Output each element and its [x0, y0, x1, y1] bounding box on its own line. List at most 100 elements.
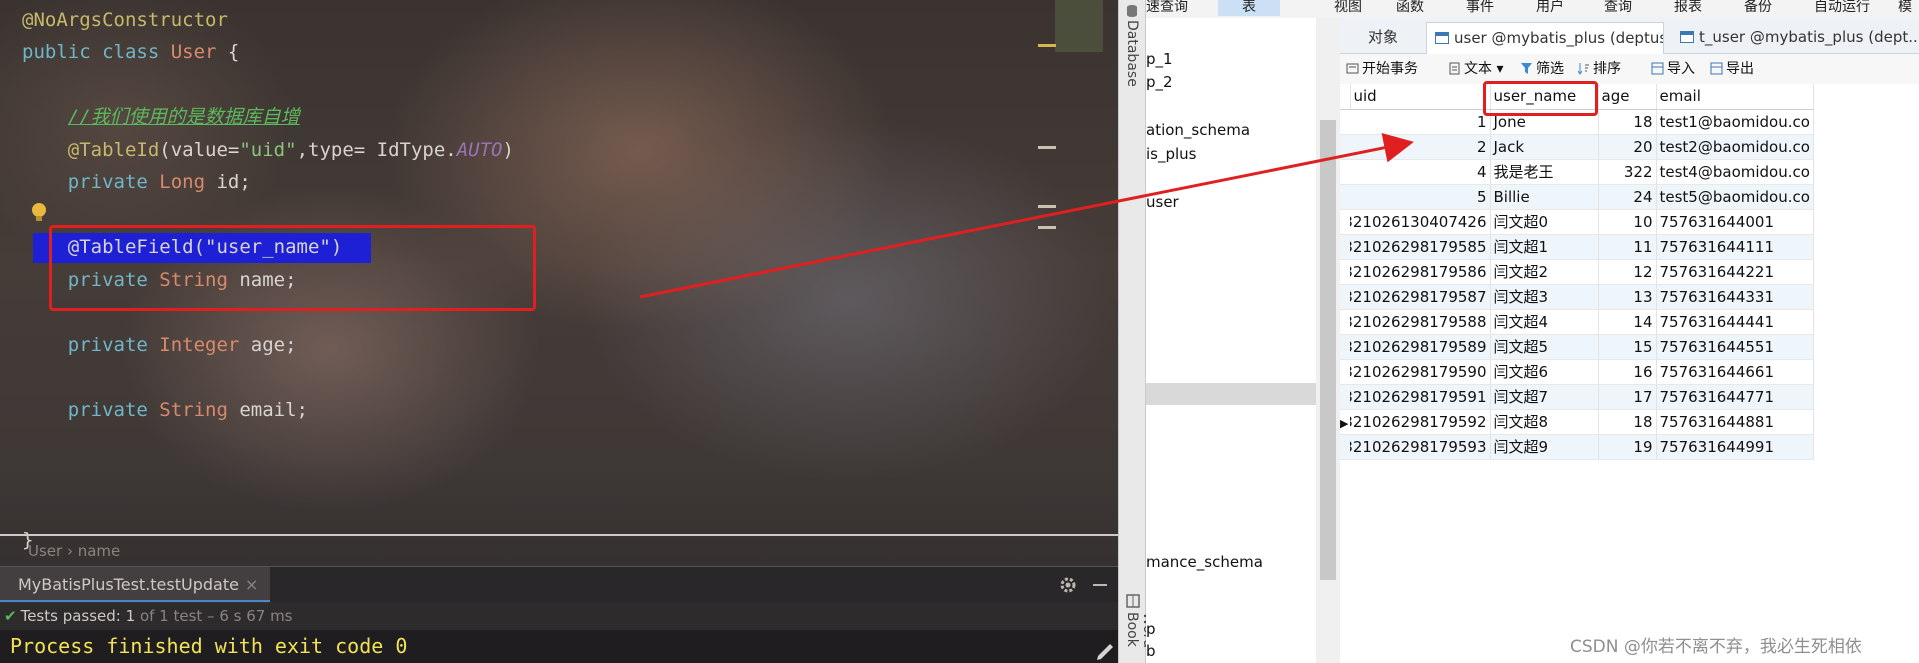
tree-scrollbar[interactable]	[1316, 0, 1340, 663]
cell-user-name[interactable]: 闫文超2	[1490, 259, 1599, 285]
menu-item[interactable]: 模	[1898, 0, 1912, 16]
cell-user-name[interactable]: 闫文超7	[1490, 384, 1599, 410]
breadcrumb[interactable]: User › name	[28, 540, 120, 562]
menu-item[interactable]: 视图	[1334, 0, 1362, 16]
tab-run-config[interactable]: MyBatisPlusTest.testUpdate ×	[0, 567, 271, 603]
table-row[interactable]: 7321026298179586闫文超212757631644221	[1340, 259, 1814, 285]
cell-age[interactable]: 14	[1598, 309, 1657, 335]
tree-item[interactable]: ation_schema	[1146, 119, 1250, 141]
table-row[interactable]: 7321026298179585闫文超111757631644111	[1340, 234, 1814, 260]
text-view-button[interactable]: 文本 ▾	[1448, 59, 1503, 79]
cell-uid[interactable]: 7321026298179585	[1350, 234, 1491, 260]
sort-button[interactable]: 排序	[1577, 59, 1621, 79]
minimap[interactable]	[1055, 0, 1103, 52]
cell-uid[interactable]: 7321026298179591	[1350, 384, 1491, 410]
cell-age[interactable]: 17	[1598, 384, 1657, 410]
cell-email[interactable]: test1@baomidou.co	[1656, 109, 1814, 135]
cell-email[interactable]: 757631644881	[1656, 409, 1814, 435]
row-marker[interactable]	[1340, 334, 1350, 360]
tree-item[interactable]: p_2	[1146, 71, 1173, 93]
cell-age[interactable]: 11	[1598, 234, 1657, 260]
table-row[interactable]: 7321026298179590闫文超616757631644661	[1340, 359, 1814, 385]
chevron-down-icon[interactable]: ▾	[1492, 61, 1503, 77]
tree-item[interactable]: is_plus	[1146, 143, 1197, 165]
column-header-age[interactable]: age	[1598, 84, 1657, 110]
menu-item[interactable]: 表	[1218, 0, 1280, 16]
cell-email[interactable]: 757631644551	[1656, 334, 1814, 360]
cell-email[interactable]: 757631644991	[1656, 434, 1814, 460]
filter-button[interactable]: 筛选	[1520, 59, 1564, 79]
lightbulb-icon[interactable]	[32, 203, 46, 221]
gear-icon[interactable]	[1058, 575, 1078, 595]
scrollbar-thumb[interactable]	[1320, 120, 1336, 580]
table-row[interactable]: 5 Billie 24 test5@baomidou.co	[1340, 184, 1814, 210]
menu-item[interactable]: 事件	[1466, 0, 1494, 16]
cell-uid[interactable]: 7321026298179586	[1350, 259, 1491, 285]
cell-user-name[interactable]: Billie	[1490, 184, 1599, 210]
cell-user-name[interactable]: 闫文超1	[1490, 234, 1599, 260]
table-row[interactable]: 2 Jack 20 test2@baomidou.co	[1340, 134, 1814, 160]
tree-item[interactable]: user	[1146, 191, 1179, 213]
cell-age[interactable]: 10	[1598, 209, 1657, 235]
minimize-icon[interactable]	[1090, 575, 1110, 595]
cell-email[interactable]: test2@baomidou.co	[1656, 134, 1814, 160]
menu-item[interactable]: 查询	[1604, 0, 1632, 16]
cell-email[interactable]: test5@baomidou.co	[1656, 184, 1814, 210]
cell-user-name[interactable]: 闫文超5	[1490, 334, 1599, 360]
cell-uid[interactable]: 7321026130407426	[1350, 209, 1491, 235]
cell-user-name[interactable]: Jack	[1490, 134, 1599, 160]
table-row[interactable]: 7321026298179587闫文超313757631644331	[1340, 284, 1814, 310]
cell-email[interactable]: 757631644221	[1656, 259, 1814, 285]
tab-user-table[interactable]: user @mybatis_plus (deptus...	[1426, 22, 1664, 54]
tab-t-user-table[interactable]: t_user @mybatis_plus (dept...	[1672, 22, 1917, 54]
cell-age[interactable]: 16	[1598, 359, 1657, 385]
row-marker[interactable]	[1340, 259, 1350, 285]
cell-uid[interactable]: 7321026298179588	[1350, 309, 1491, 335]
menu-item[interactable]: 自动运行	[1814, 0, 1870, 16]
table-row[interactable]: 4 我是老王 322 test4@baomidou.co	[1340, 159, 1814, 185]
cell-age[interactable]: 12	[1598, 259, 1657, 285]
row-marker[interactable]	[1340, 109, 1350, 135]
cell-uid[interactable]: 7321026298179590	[1350, 359, 1491, 385]
menu-item[interactable]: 用户	[1536, 0, 1564, 16]
row-marker[interactable]	[1340, 284, 1350, 310]
table-row[interactable]: 7321026298179588闫文超414757631644441	[1340, 309, 1814, 335]
cell-uid[interactable]: 7321026298179593	[1350, 434, 1491, 460]
cell-age[interactable]: 13	[1598, 284, 1657, 310]
cell-email[interactable]: test4@baomidou.co	[1656, 159, 1814, 185]
import-button[interactable]: 导入	[1651, 59, 1695, 79]
database-tab-label[interactable]: Database	[1124, 20, 1140, 87]
cell-uid[interactable]: 5	[1350, 184, 1491, 210]
table-row[interactable]: 7321026298179591闫文超717757631644771	[1340, 384, 1814, 410]
begin-transaction-button[interactable]: 开始事务	[1346, 59, 1418, 79]
cell-age[interactable]: 20	[1598, 134, 1657, 160]
row-marker[interactable]	[1340, 434, 1350, 460]
cell-user-name[interactable]: 闫文超6	[1490, 359, 1599, 385]
cell-user-name[interactable]: 闫文超8	[1490, 409, 1599, 435]
cell-uid[interactable]: 4	[1350, 159, 1491, 185]
cell-email[interactable]: 757631644001	[1656, 209, 1814, 235]
table-row[interactable]: 7321026130407426闫文超010757631644001	[1340, 209, 1814, 235]
cell-uid[interactable]: 1	[1350, 109, 1491, 135]
edit-icon[interactable]	[1090, 630, 1118, 663]
close-icon[interactable]: ×	[245, 575, 258, 594]
cell-user-name[interactable]: 闫文超3	[1490, 284, 1599, 310]
tree-item[interactable]: mance_schema	[1146, 551, 1263, 573]
table-row[interactable]: ▶7321026298179592闫文超818757631644881	[1340, 409, 1814, 435]
tree-item[interactable]: p_1	[1146, 48, 1173, 70]
row-marker[interactable]	[1340, 359, 1350, 385]
database-icon[interactable]	[1125, 4, 1139, 18]
cell-age[interactable]: 19	[1598, 434, 1657, 460]
cell-age[interactable]: 24	[1598, 184, 1657, 210]
book-icon[interactable]	[1126, 594, 1140, 608]
data-grid[interactable]: uid user_name age email 1 Jone 18 test1@bao…	[1340, 84, 1919, 663]
row-marker[interactable]	[1340, 209, 1350, 235]
cell-email[interactable]: 757631644661	[1656, 359, 1814, 385]
cell-user-name[interactable]: 我是老王	[1490, 159, 1599, 185]
cell-email[interactable]: 757631644331	[1656, 284, 1814, 310]
column-header-email[interactable]: email	[1656, 84, 1814, 110]
row-marker[interactable]: ▶	[1340, 409, 1350, 435]
menu-item[interactable]: 报表	[1674, 0, 1702, 16]
menu-item[interactable]: 速查询	[1146, 0, 1188, 16]
cell-uid[interactable]: 2	[1350, 134, 1491, 160]
